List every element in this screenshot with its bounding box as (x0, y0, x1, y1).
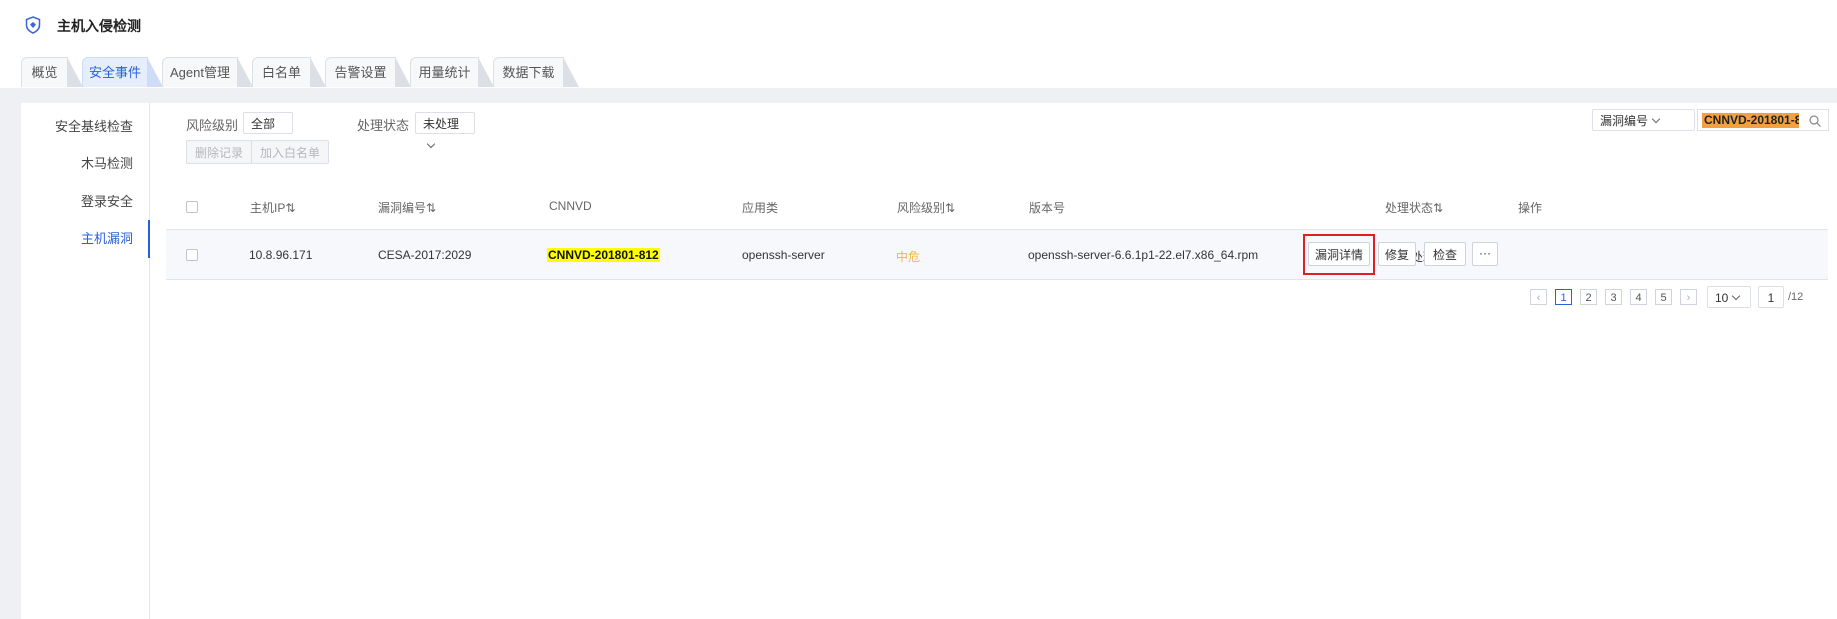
tab-alert-settings[interactable]: 告警设置 (325, 57, 411, 87)
content-card: 安全基线检查 木马检测 登录安全 主机漏洞 风险级别 全部 处理状态 未处理 删… (21, 103, 1837, 619)
risk-level-label: 风险级别 (186, 118, 239, 133)
more-actions-button[interactable]: ··· (1472, 242, 1498, 266)
page-2-button[interactable]: 2 (1580, 289, 1597, 305)
risk-level-select[interactable]: 全部 (243, 112, 293, 149)
cell-vuln-id: CESA-2017:2029 (378, 248, 472, 262)
status-value: 未处理 (423, 117, 460, 131)
total-pages: /12 (1788, 291, 1804, 303)
fix-button[interactable]: 修复 (1378, 242, 1416, 266)
header-vuln-id[interactable]: 漏洞编号⇅ (378, 199, 436, 216)
search-value: CNNVD-201801-812 (1702, 113, 1799, 128)
tab-security-events[interactable]: 安全事件 (82, 57, 163, 87)
search-field-select[interactable]: 漏洞编号 (1592, 109, 1695, 131)
page-3-button[interactable]: 3 (1605, 289, 1622, 305)
header-cnnvd: CNNVD (549, 199, 592, 213)
sidebar-item-baseline-check[interactable]: 安全基线检查 (55, 116, 133, 135)
cell-host-ip: 10.8.96.171 (249, 248, 313, 262)
cell-version: openssh-server-6.6.1p1-22.el7.x86_64.rpm (1028, 248, 1259, 262)
sidebar: 安全基线检查 木马检测 登录安全 主机漏洞 (21, 103, 150, 619)
header-app-type: 应用类 (742, 201, 779, 215)
shield-icon (25, 16, 41, 34)
tab-data-download[interactable]: 数据下载 (493, 57, 579, 87)
chevron-down-icon (1732, 291, 1741, 301)
sidebar-item-login-security[interactable]: 登录安全 (81, 191, 133, 210)
header-status[interactable]: 处理状态⇅ (1385, 199, 1443, 216)
highlight-box (1303, 234, 1375, 275)
cell-app: openssh-server (742, 248, 825, 262)
app-title: 主机入侵检测 (57, 18, 141, 34)
sidebar-item-host-vulnerabilities[interactable]: 主机漏洞 (81, 228, 133, 247)
page-5-button[interactable]: 5 (1655, 289, 1672, 305)
header-actions: 操作 (1518, 201, 1543, 215)
delete-records-button[interactable]: 删除记录 (186, 140, 253, 164)
page-size-select[interactable]: 10 (1707, 286, 1751, 308)
cell-risk-level: 中危 (896, 250, 921, 264)
tab-agent-management[interactable]: Agent管理 (162, 57, 253, 87)
page-jump-input[interactable]: 1 (1758, 286, 1784, 308)
header: 主机入侵检测 概览 安全事件 Agent管理 白名单 告警设置 用量统计 数据下… (0, 0, 1837, 88)
chevron-down-icon (1651, 114, 1661, 124)
search-input[interactable]: CNNVD-201801-812 (1697, 109, 1829, 131)
risk-level-value: 全部 (251, 117, 276, 131)
tab-whitelist[interactable]: 白名单 (252, 57, 326, 87)
page-size-value: 10 (1715, 291, 1729, 305)
search-icon[interactable] (1808, 114, 1822, 128)
sidebar-active-indicator (148, 220, 150, 258)
header-risk-level[interactable]: 风险级别⇅ (897, 199, 955, 216)
sidebar-item-trojan-detection[interactable]: 木马检测 (81, 153, 133, 172)
page-1-button[interactable]: 1 (1555, 289, 1572, 305)
page-4-button[interactable]: 4 (1630, 289, 1647, 305)
table-row: 10.8.96.171 CESA-2017:2029 CNNVD-201801-… (166, 229, 1828, 280)
status-label: 处理状态 (357, 118, 410, 133)
cell-cnnvd: CNNVD-201801-812 (547, 248, 660, 262)
header-version: 版本号 (1029, 201, 1066, 215)
tab-usage-stats[interactable]: 用量统计 (410, 57, 494, 87)
check-button[interactable]: 检查 (1424, 242, 1466, 266)
row-checkbox[interactable] (186, 249, 198, 261)
prev-page-button[interactable]: ‹ (1530, 289, 1547, 305)
header-host-ip[interactable]: 主机IP⇅ (250, 199, 295, 216)
status-select[interactable]: 未处理 (415, 112, 475, 149)
next-page-button[interactable]: › (1680, 289, 1697, 305)
search-field-value: 漏洞编号 (1600, 114, 1649, 128)
add-to-whitelist-button[interactable]: 加入白名单 (251, 140, 330, 164)
chevron-down-icon (426, 139, 436, 149)
select-all-checkbox[interactable] (186, 201, 198, 213)
tab-overview[interactable]: 概览 (21, 57, 83, 87)
